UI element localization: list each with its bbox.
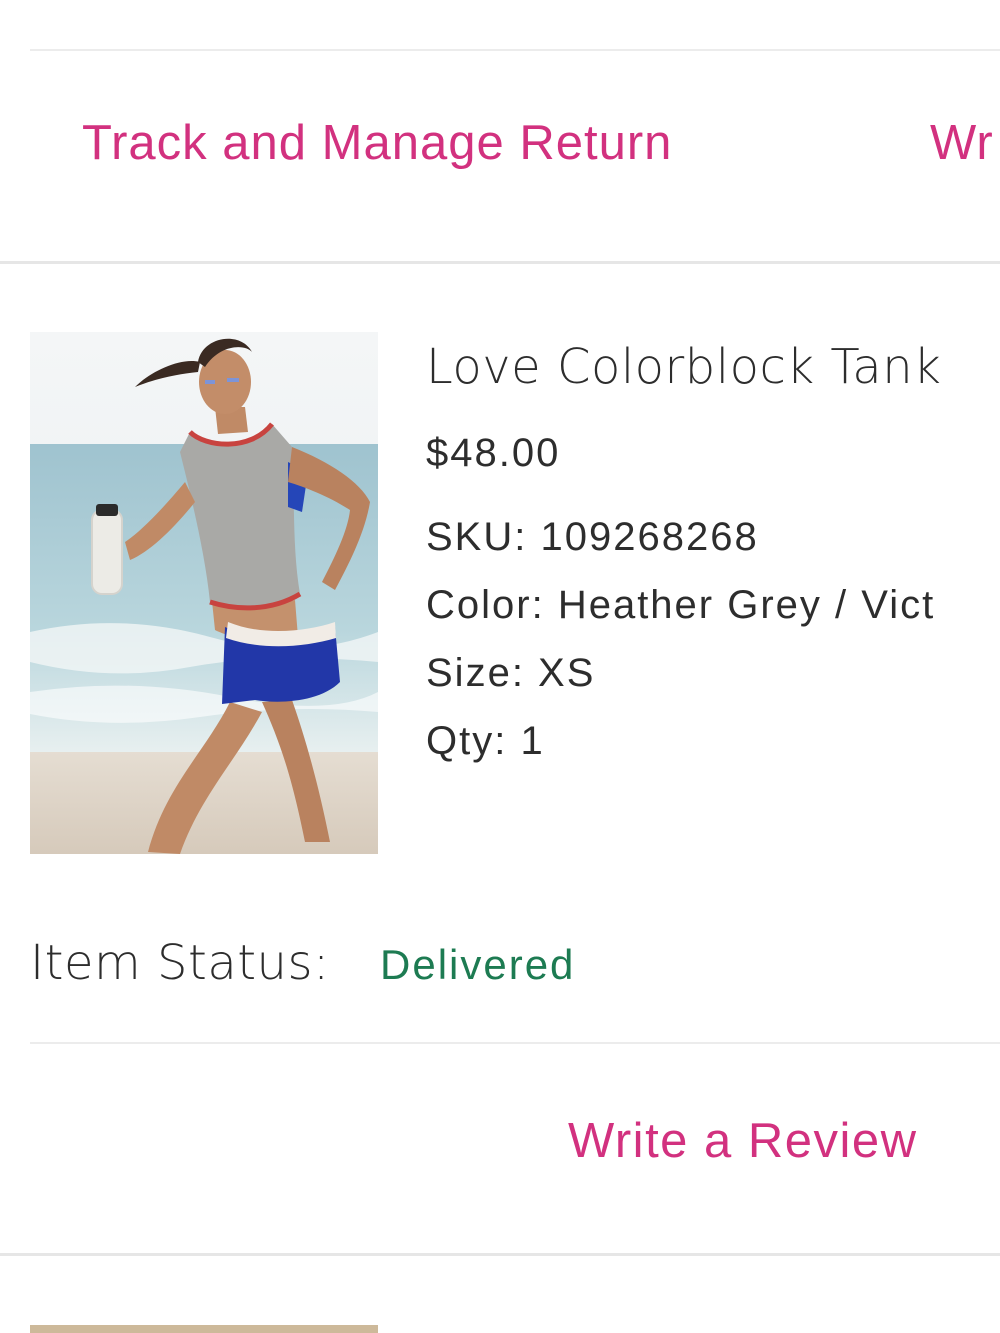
product-qty: Qty: 1 bbox=[426, 719, 545, 763]
order-actions-row: Track and Manage Return Wr bbox=[82, 115, 1000, 185]
write-review-link-truncated[interactable]: Wr bbox=[930, 115, 994, 171]
product-name[interactable]: Love Colorblock Tank bbox=[426, 335, 1000, 399]
item-bottom-divider bbox=[0, 1253, 1000, 1256]
item-status-value: Delivered bbox=[380, 941, 576, 988]
actions-divider bbox=[0, 261, 1000, 264]
top-divider bbox=[30, 49, 1000, 51]
product-size: Size: XS bbox=[426, 651, 596, 695]
product-sku: SKU: 109268268 bbox=[426, 515, 759, 559]
product-image[interactable] bbox=[30, 332, 378, 854]
product-price: $48.00 bbox=[426, 431, 561, 475]
product-photo-illustration bbox=[30, 332, 378, 854]
status-divider bbox=[30, 1042, 1000, 1044]
next-product-image-edge bbox=[30, 1325, 378, 1333]
write-review-link[interactable]: Write a Review bbox=[568, 1113, 918, 1169]
product-details: Love Colorblock Tank $48.00 SKU: 1092682… bbox=[426, 335, 1000, 765]
item-status-label: Item Status: bbox=[30, 935, 330, 991]
track-return-link[interactable]: Track and Manage Return bbox=[82, 115, 672, 171]
product-color: Color: Heather Grey / Vict bbox=[426, 583, 936, 627]
item-status-row: Item Status: Delivered bbox=[30, 935, 1000, 995]
